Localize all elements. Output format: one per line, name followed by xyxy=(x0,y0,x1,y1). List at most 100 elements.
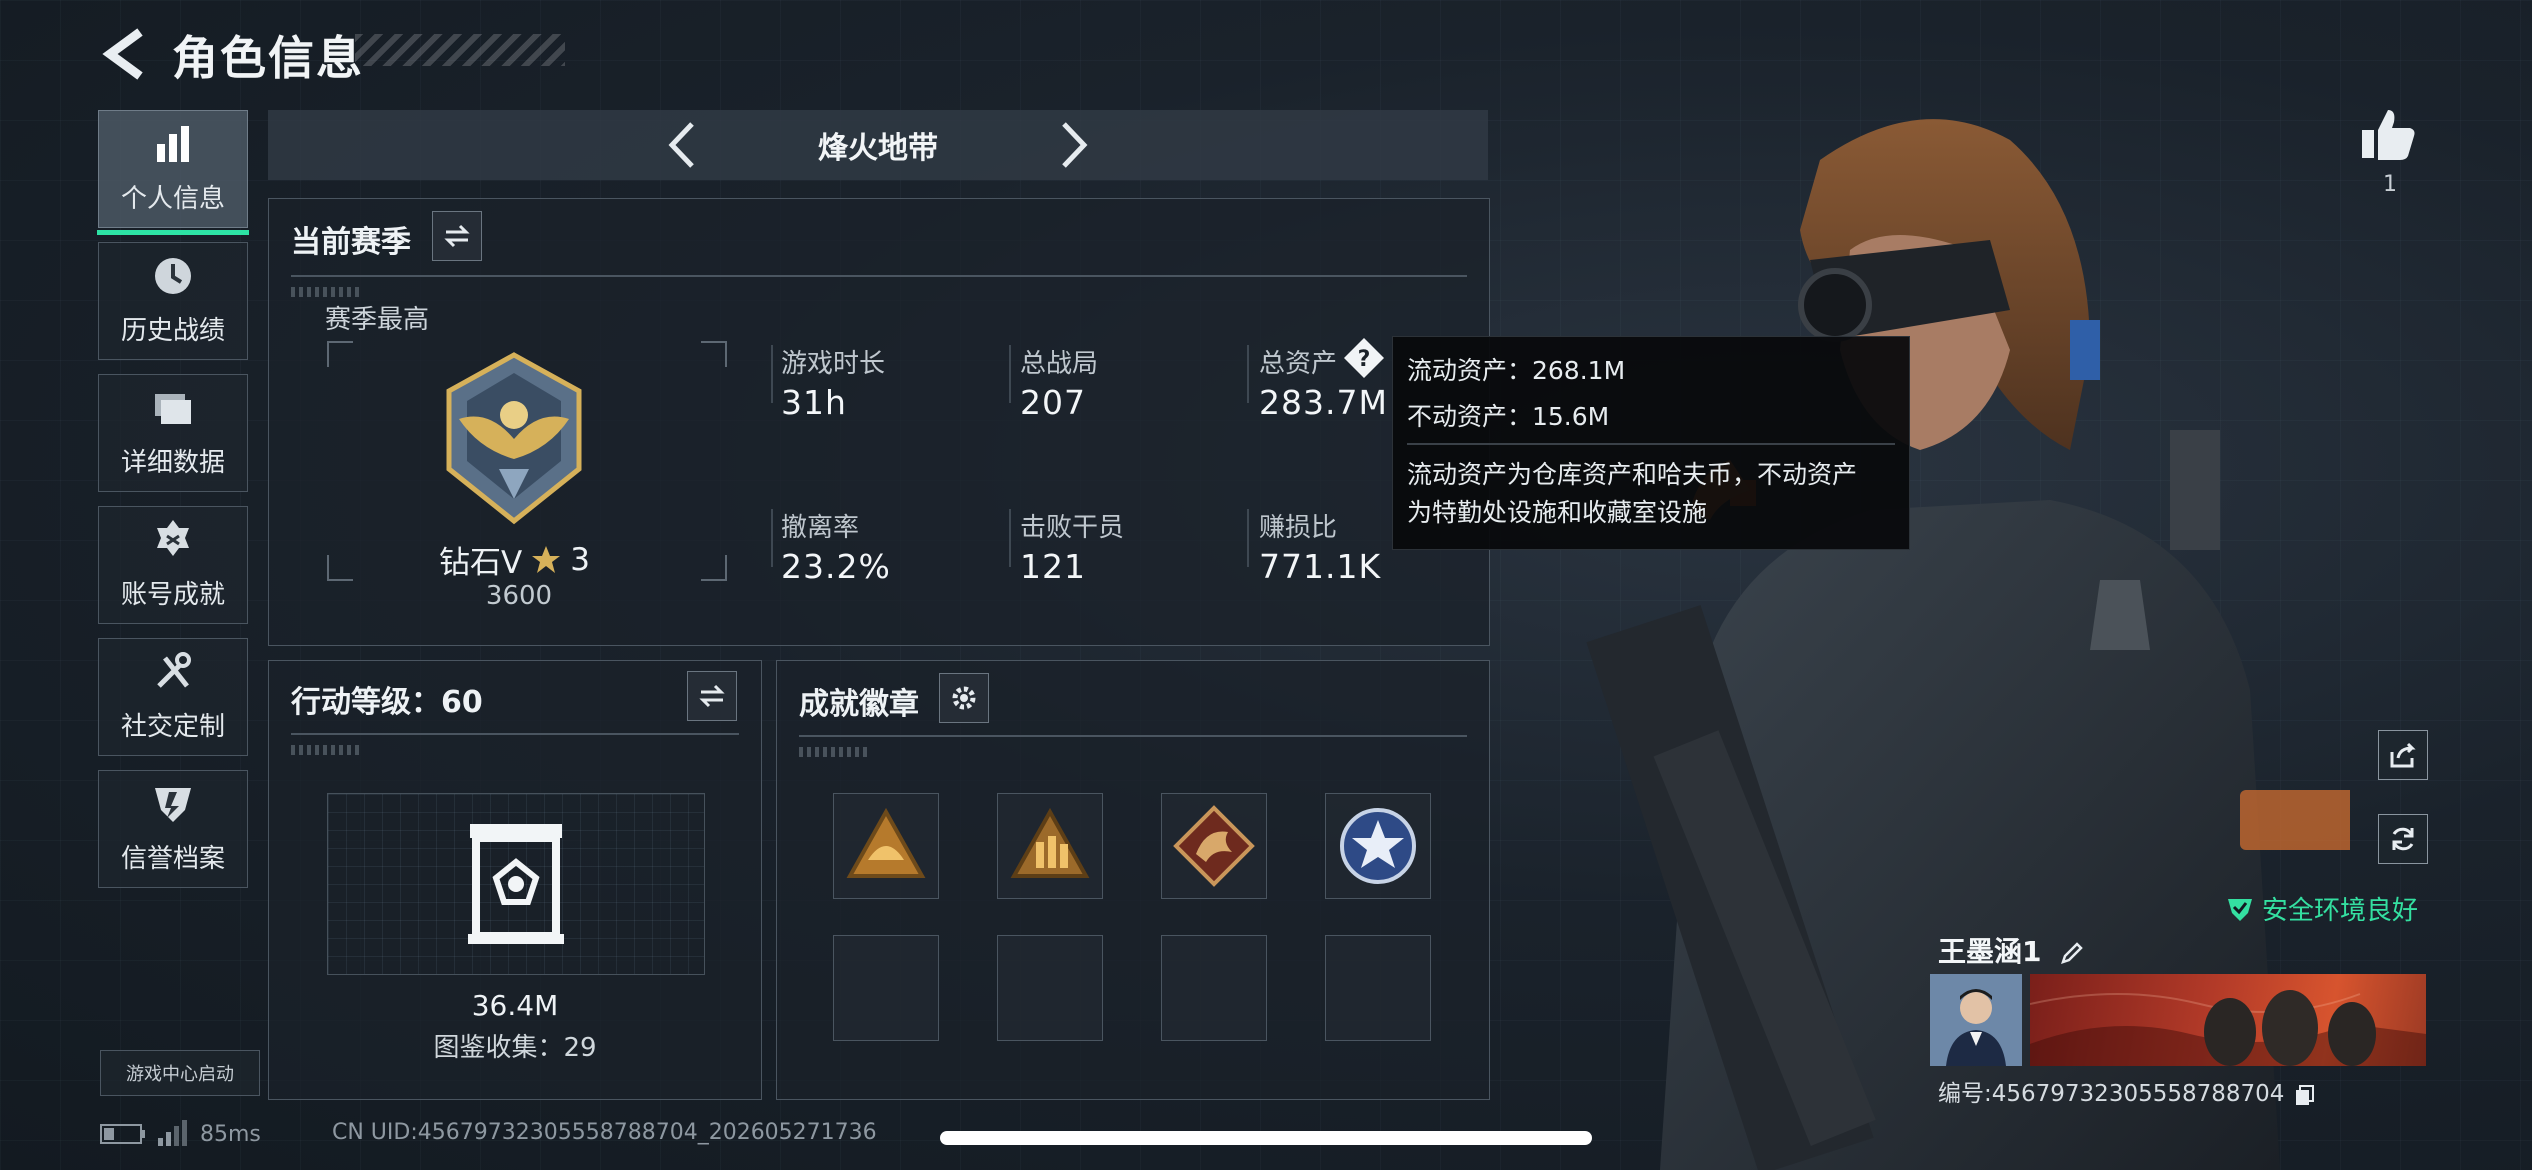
clock-icon xyxy=(155,258,191,294)
tooltip-liquid-assets: 流动资产：268.1M xyxy=(1407,356,1626,385)
edit-icon[interactable] xyxy=(2059,940,2085,966)
next-mode-button[interactable] xyxy=(1048,120,1098,170)
mode-name: 烽火地带 xyxy=(818,131,938,166)
divider xyxy=(1407,443,1895,445)
stat-label: 撤离率 xyxy=(781,513,860,543)
rank-name: 钻石V xyxy=(439,545,523,581)
frame-corner xyxy=(701,341,727,367)
tooltip-description: 流动资产为仓库资产和哈夫币，不动资产 xyxy=(1407,460,1858,489)
sidebar-item-label: 详细数据 xyxy=(120,448,225,478)
season-panel: 当前赛季 赛季最高 钻石V 3 3600 游戏时长 31h 总战局 207 总资… xyxy=(268,198,1490,646)
player-id: 编号:456797323055587887​04 xyxy=(1938,1081,2285,1107)
action-level-title: 行动等级：60 xyxy=(291,685,483,720)
game-center-label: 游戏中心启动 xyxy=(126,1064,234,1085)
help-icon[interactable]: ? xyxy=(1343,337,1385,379)
collection-case-icon xyxy=(468,824,564,944)
like-button[interactable] xyxy=(2358,104,2418,164)
action-level-panel: 行动等级：60 36.4M 图鉴收集：29 xyxy=(268,660,762,1100)
achievements-title: 成就徽章 xyxy=(799,687,919,722)
frame-corner xyxy=(327,555,353,581)
badge-slot-empty[interactable] xyxy=(1161,935,1267,1041)
frame-corner xyxy=(701,555,727,581)
collection-value: 36.4M xyxy=(471,989,559,1022)
divider xyxy=(1009,345,1011,403)
badge-slot[interactable] xyxy=(833,793,939,899)
shield-check-icon xyxy=(2228,898,2252,921)
battery-icon xyxy=(100,1124,145,1144)
game-center-button[interactable]: 游戏中心启动 xyxy=(100,1050,260,1096)
tooltip-fixed-assets: 不动资产：15.6M xyxy=(1407,402,1610,431)
page-title: 角色信息 xyxy=(172,31,364,85)
refresh-button[interactable] xyxy=(2378,814,2428,864)
badge-slot[interactable] xyxy=(1325,793,1431,899)
sidebar-item-achievements[interactable]: 账号成就 xyxy=(98,506,248,624)
player-name: 王墨涵1 xyxy=(1938,935,2042,968)
back-button[interactable] xyxy=(100,26,150,82)
bar-chart-icon xyxy=(157,126,189,162)
season-switch-button[interactable] xyxy=(432,211,482,261)
divider xyxy=(1009,509,1011,567)
badge-slot-empty[interactable] xyxy=(997,935,1103,1041)
achievements-settings-button[interactable] xyxy=(939,673,989,723)
sidebar-item-social[interactable]: 社交定制 xyxy=(98,638,248,756)
prev-mode-button[interactable] xyxy=(658,120,708,170)
copy-icon[interactable] xyxy=(2294,1084,2316,1106)
divider xyxy=(771,345,773,403)
divider xyxy=(1247,509,1249,567)
decoration xyxy=(291,287,361,297)
stat-value: 283.7M xyxy=(1259,383,1388,422)
rank-stars: 3 xyxy=(570,541,590,578)
sidebar-item-details[interactable]: 详细数据 xyxy=(98,374,248,492)
badge-slot[interactable] xyxy=(997,793,1103,899)
divider xyxy=(291,275,1467,277)
decoration xyxy=(799,747,869,757)
signal-icon xyxy=(158,1120,187,1146)
stat-value: 31h xyxy=(781,383,847,422)
soldiers-badge-icon xyxy=(1010,807,1090,878)
action-level-switch-button[interactable] xyxy=(687,671,737,721)
stat-label: 赚损比 xyxy=(1259,513,1338,543)
share-icon xyxy=(2390,742,2416,768)
avatar[interactable] xyxy=(1930,974,2022,1066)
share-button[interactable] xyxy=(2378,730,2428,780)
collection-display xyxy=(327,793,705,975)
badge-slot-empty[interactable] xyxy=(1325,935,1431,1041)
divider xyxy=(1247,345,1249,403)
season-best-label: 赛季最高 xyxy=(325,305,430,335)
stat-label: 总资产 xyxy=(1259,349,1338,379)
badge-slot[interactable] xyxy=(1161,793,1267,899)
helmet-badge-icon xyxy=(846,807,926,878)
like-count: 1 xyxy=(2383,172,2397,197)
mode-selector: 烽火地带 xyxy=(268,110,1488,180)
star-icon xyxy=(532,545,561,573)
medal-icon xyxy=(157,520,189,556)
refresh-icon xyxy=(2392,827,2414,851)
sidebar-item-personal-info[interactable]: 个人信息 xyxy=(97,110,249,235)
sidebar-item-label: 账号成就 xyxy=(120,580,225,610)
sidebar-item-label: 历史战绩 xyxy=(120,316,225,346)
decoration xyxy=(291,745,361,755)
player-banner xyxy=(2030,974,2426,1066)
sidebar-item-label: 个人信息 xyxy=(120,184,225,214)
divider xyxy=(291,733,739,735)
title-decoration xyxy=(355,34,565,66)
stat-label: 游戏时长 xyxy=(781,349,886,379)
sidebar-item-history[interactable]: 历史战绩 xyxy=(98,242,248,360)
badge-slot-empty[interactable] xyxy=(833,935,939,1041)
stat-value: 23.2% xyxy=(781,547,891,586)
stat-value: 771.1K xyxy=(1259,547,1382,586)
sidebar-item-label: 信誉档案 xyxy=(120,844,225,874)
divider xyxy=(771,509,773,567)
folder-icon xyxy=(155,394,191,424)
uid-text: CN UID:4567973230555878870​4_20260527173… xyxy=(332,1120,877,1145)
rank-score: 3600 xyxy=(485,581,553,611)
sidebar-item-reputation[interactable]: 信誉档案 xyxy=(98,770,248,888)
season-title: 当前赛季 xyxy=(291,225,411,260)
stat-value: 207 xyxy=(1020,383,1086,422)
avatar-image xyxy=(1930,974,2022,1066)
home-indicator[interactable] xyxy=(940,1131,1592,1145)
rank-emblem-icon xyxy=(446,352,582,525)
status-bar: 85ms xyxy=(100,1120,261,1148)
safe-environment-text: 安全环境良好 xyxy=(2262,896,2419,926)
collection-count: 图鉴收集：29 xyxy=(433,1033,597,1063)
